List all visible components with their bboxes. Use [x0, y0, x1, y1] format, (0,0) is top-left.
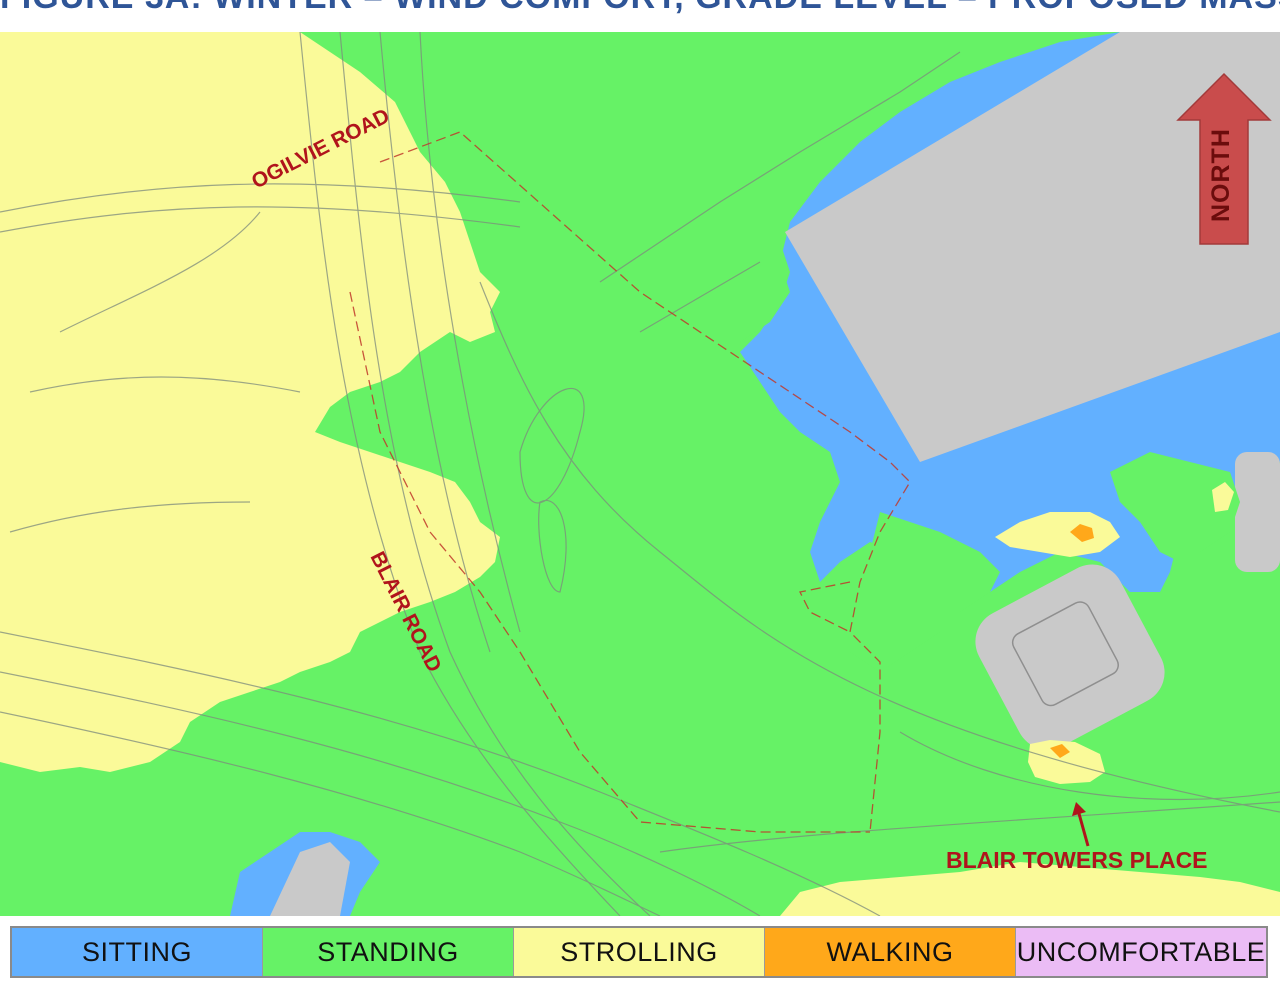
legend: SITTING STANDING STROLLING WALKING UNCOM…: [10, 926, 1268, 978]
legend-item-uncomfortable: UNCOMFORTABLE: [1016, 928, 1266, 976]
legend-item-strolling: STROLLING: [514, 928, 765, 976]
building-east: [1235, 452, 1280, 572]
map-canvas: [0, 32, 1280, 916]
pointer-arrow-icon: [1072, 802, 1090, 847]
legend-item-standing: STANDING: [263, 928, 514, 976]
legend-item-sitting: SITTING: [12, 928, 263, 976]
legend-panel: SITTING STANDING STROLLING WALKING UNCOM…: [0, 916, 1280, 990]
wind-comfort-map: OGILVIE ROAD BLAIR ROAD BLAIR TOWERS PLA…: [0, 32, 1280, 916]
legend-item-walking: WALKING: [765, 928, 1016, 976]
wind-comfort-figure: FIGURE 3A: WINTER – WIND COMFORT, GRADE …: [0, 0, 1280, 990]
north-label: NORTH: [1207, 128, 1235, 222]
figure-title: FIGURE 3A: WINTER – WIND COMFORT, GRADE …: [0, 0, 1280, 18]
road-label-blair-towers-place: BLAIR TOWERS PLACE: [946, 847, 1208, 873]
